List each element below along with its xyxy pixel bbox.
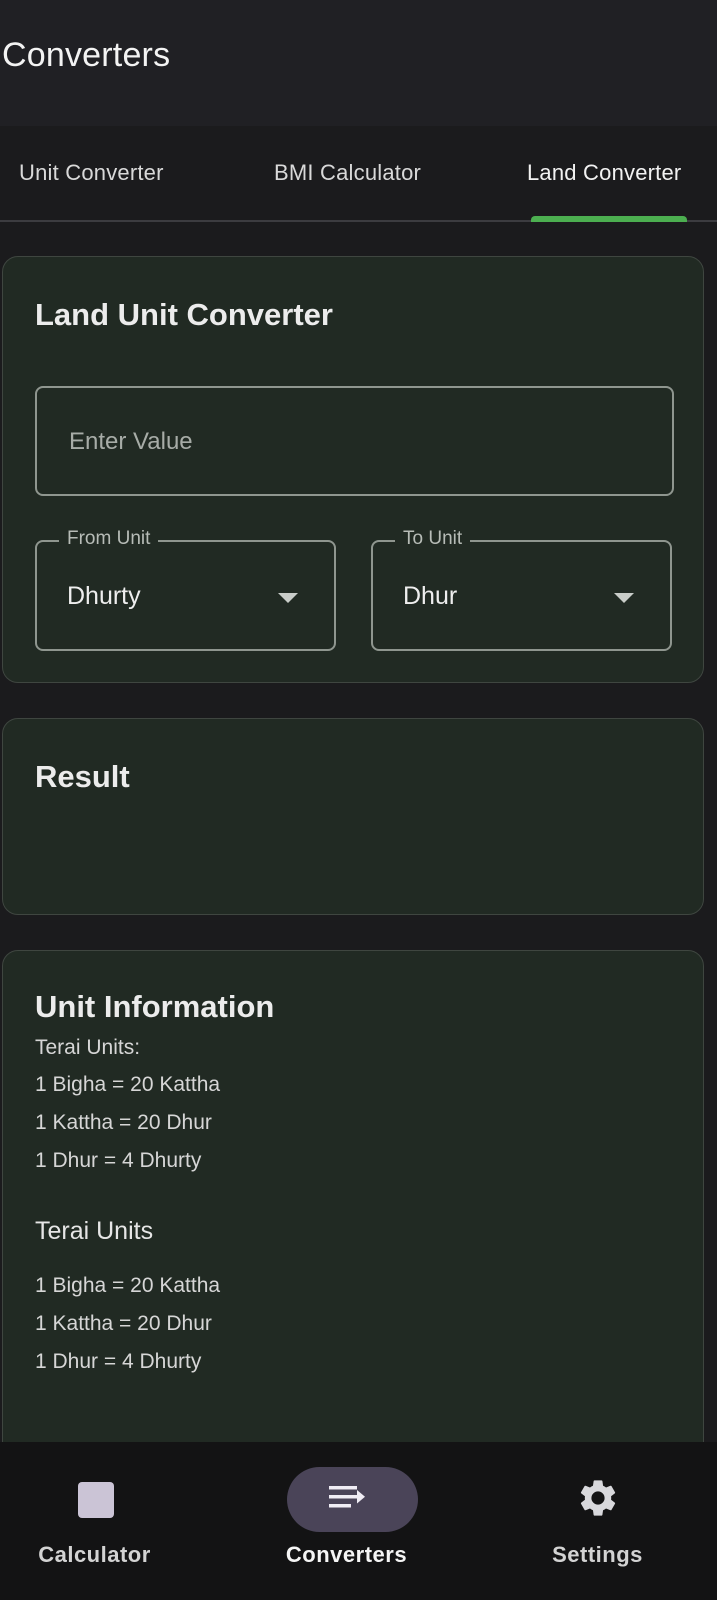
bottom-navigation: Calculator Converters Settings [0, 1442, 717, 1600]
nav-item-settings[interactable]: Settings [478, 1442, 717, 1600]
land-converter-card: Land Unit Converter Enter Value From Uni… [2, 256, 704, 683]
from-unit-value: Dhurty [67, 582, 141, 610]
value-input[interactable]: Enter Value [35, 386, 674, 496]
nav-label-converters: Converters [285, 1542, 408, 1567]
tab-land-converter[interactable]: Land Converter [527, 160, 681, 186]
to-unit-label: To Unit [395, 528, 471, 550]
info-line: Terai Units: [35, 1036, 141, 1059]
nav-item-converters[interactable]: Converters [239, 1442, 478, 1600]
page-title: Converters [2, 36, 171, 74]
from-unit-label: From Unit [59, 528, 159, 550]
info-line: 1 Bigha = 20 Kattha [35, 1073, 221, 1096]
tab-bar: Unit Converter BMI Calculator Land Conve… [0, 126, 717, 222]
unit-information-title: Unit Information [35, 989, 275, 1024]
nav-label-settings: Settings [552, 1542, 643, 1567]
dropdown-arrow-icon [614, 593, 634, 603]
info-line: 1 Bigha = 20 Kattha [35, 1274, 221, 1297]
tab-bmi-calculator[interactable]: BMI Calculator [274, 160, 421, 186]
dropdown-arrow-icon [278, 593, 298, 603]
tab-selected-indicator [531, 216, 687, 222]
gear-icon [580, 1480, 615, 1516]
converter-lines-icon [328, 1486, 365, 1508]
result-title: Result [35, 759, 130, 794]
value-input-placeholder: Enter Value [69, 428, 193, 455]
info-line: 1 Kattha = 20 Dhur [35, 1111, 212, 1134]
from-unit-dropdown[interactable]: From Unit Dhurty [35, 528, 336, 651]
nav-icon-container [478, 1474, 717, 1522]
to-unit-value: Dhur [403, 582, 458, 610]
nav-label-calculator: Calculator [38, 1542, 151, 1567]
converter-card-title: Land Unit Converter [35, 297, 333, 332]
nav-item-calculator[interactable]: Calculator [0, 1442, 239, 1600]
app-root: Converters Unit Converter BMI Calculator… [0, 0, 717, 1600]
info-line: 1 Kattha = 20 Dhur [35, 1312, 212, 1335]
to-unit-dropdown[interactable]: To Unit Dhur [371, 528, 672, 651]
calculator-square-icon [78, 1482, 114, 1518]
info-line: 1 Dhur = 4 Dhurty [35, 1149, 202, 1172]
top-app-bar: Converters [0, 0, 717, 126]
tab-unit-converter[interactable]: Unit Converter [19, 160, 164, 186]
nav-icon-container [227, 1474, 466, 1522]
info-subtitle: Terai Units [35, 1217, 154, 1245]
result-card: Result [2, 718, 704, 915]
info-line: 1 Dhur = 4 Dhurty [35, 1350, 202, 1373]
